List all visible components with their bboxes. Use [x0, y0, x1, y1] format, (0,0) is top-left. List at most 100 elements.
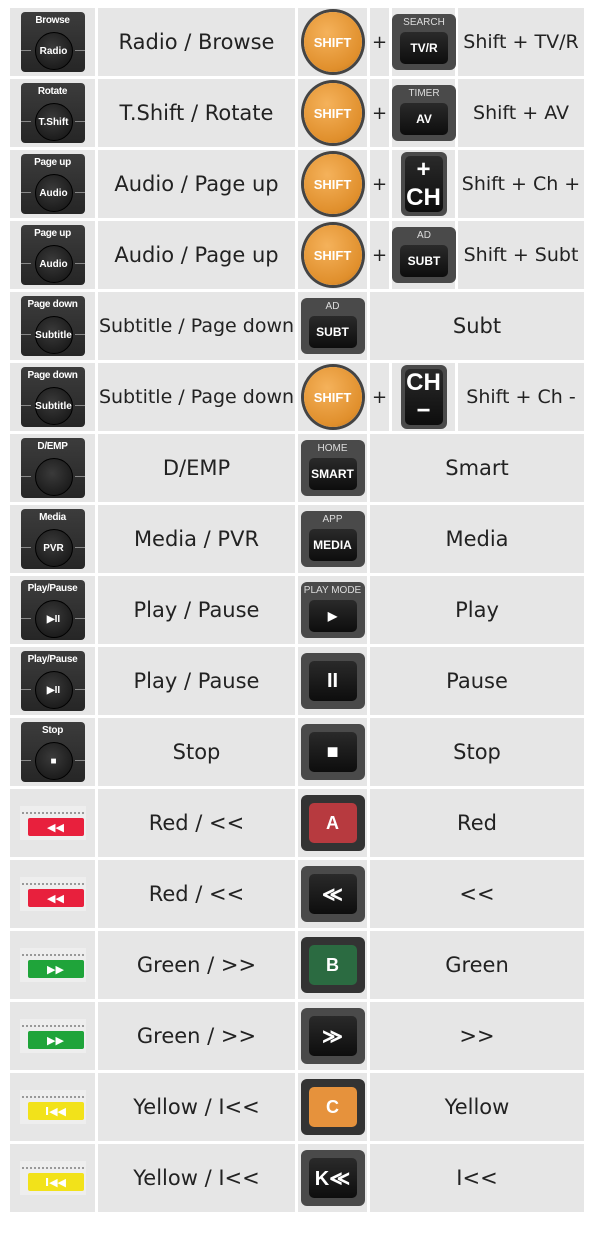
mapping-row: Page down Subtitle Subtitle / Page down SHI… — [7, 360, 587, 434]
old-remote-button-cell: Page up Audio — [7, 218, 98, 292]
shift-button-cell: SHIFT — [295, 147, 370, 221]
color-key-icon: ◀◀ — [19, 806, 86, 840]
old-remote-button-icon: Rotate T.Shift — [20, 83, 85, 143]
new-function-label: Shift + Ch + — [455, 147, 587, 221]
old-remote-button-cell: ◀◀ — [7, 857, 98, 931]
new-function-label: Shift + Subt — [455, 218, 587, 292]
old-function-label: Media / PVR — [95, 502, 298, 576]
old-button-top-label: Browse — [35, 15, 70, 26]
new-button-key: ▶ — [308, 600, 357, 632]
old-remote-button-icon: Play/Pause ▶II — [20, 651, 85, 711]
new-remote-button-icon: K≪ — [300, 1150, 365, 1206]
new-remote-button-icon: SEARCH TV/R — [392, 14, 456, 70]
old-button-top-label: Page up — [34, 157, 71, 168]
new-button-top-label: AD — [325, 301, 340, 312]
new-button-top-label: PLAY MODE — [303, 585, 362, 596]
new-function-label: Pause — [367, 644, 587, 718]
shift-button-icon: SHIFT — [303, 367, 362, 427]
old-button-label: T.Shift — [34, 103, 73, 141]
old-button-top-label: Play/Pause — [27, 583, 78, 594]
new-remote-button-icon: II — [300, 653, 365, 709]
old-remote-button-cell: Rotate T.Shift — [7, 76, 98, 150]
color-key-glyph: ◀◀ — [27, 818, 84, 836]
old-button-label: Subtitle — [34, 387, 73, 425]
new-button-key: CH − — [404, 369, 443, 425]
new-remote-button-icon: C — [300, 1079, 365, 1135]
old-button-top-label: D/EMP — [37, 441, 68, 452]
old-button-top-label: Page down — [27, 370, 78, 381]
new-button-key: ≫ — [308, 1016, 357, 1056]
new-remote-button-icon: ≫ — [300, 1008, 365, 1064]
shift-button-cell: SHIFT — [295, 360, 370, 434]
old-button-top-label: Stop — [41, 725, 64, 736]
new-remote-button-icon: HOME SMART — [300, 440, 365, 496]
shift-button-cell: SHIFT — [295, 5, 370, 79]
old-function-label: Play / Pause — [95, 644, 298, 718]
old-function-label: Red / << — [95, 786, 298, 860]
old-button-label: ■ — [34, 742, 73, 780]
new-remote-button-icon: APP MEDIA — [300, 511, 365, 567]
new-remote-button-icon: ≪ — [300, 866, 365, 922]
new-button-key: MEDIA — [308, 529, 357, 561]
old-remote-button-cell: Page down Subtitle — [7, 289, 98, 363]
new-remote-button-cell: PLAY MODE ▶ — [295, 573, 370, 647]
shift-button-icon: SHIFT — [303, 12, 362, 72]
old-function-label: Green / >> — [95, 999, 298, 1073]
old-remote-button-icon: Page up Audio — [20, 225, 85, 285]
old-button-label: Radio — [34, 32, 73, 70]
color-key-icon: ▶▶ — [19, 1019, 86, 1053]
remote-mapping-table: Browse Radio Radio / Browse SHIFT + SEARCH TV/… — [7, 5, 587, 1215]
mapping-row: I◀◀ Yellow / I<< C Yellow — [7, 1070, 587, 1144]
new-remote-button-cell: ≫ — [295, 999, 370, 1073]
old-function-label: T.Shift / Rotate — [95, 76, 298, 150]
old-remote-button-icon: D/EMP — [20, 438, 85, 498]
new-remote-button-icon: PLAY MODE ▶ — [300, 582, 365, 638]
new-remote-button-cell: K≪ — [295, 1141, 370, 1215]
new-button-top-label: TIMER — [408, 88, 440, 99]
new-remote-button-cell: HOME SMART — [295, 431, 370, 505]
mapping-row: Stop ■ Stop ■ Stop — [7, 715, 587, 789]
color-key-icon: ▶▶ — [19, 948, 86, 982]
new-remote-button-icon: AD SUBT — [300, 298, 365, 354]
old-remote-button-icon: Page down Subtitle — [20, 367, 85, 427]
new-button-key: SUBT — [400, 245, 448, 277]
mapping-row: I◀◀ Yellow / I<< K≪ I<< — [7, 1141, 587, 1215]
old-remote-button-cell: ▶▶ — [7, 999, 98, 1073]
old-remote-button-icon: Browse Radio — [20, 12, 85, 72]
old-button-top-label: Rotate — [37, 86, 68, 97]
new-remote-button-cell: CH − — [389, 360, 458, 434]
old-remote-button-icon: Page down Subtitle — [20, 296, 85, 356]
new-remote-button-cell: II — [295, 644, 370, 718]
new-remote-button-icon: TIMER AV — [392, 85, 456, 141]
new-remote-button-icon: B — [300, 937, 365, 993]
color-key-icon: I◀◀ — [19, 1161, 86, 1195]
old-function-label: Audio / Page up — [95, 147, 298, 221]
old-button-label — [34, 458, 73, 496]
old-remote-button-cell: I◀◀ — [7, 1141, 98, 1215]
mapping-row: Play/Pause ▶II Play / Pause PLAY MODE ▶ Play — [7, 573, 587, 647]
new-button-key: K≪ — [308, 1158, 357, 1198]
shift-button-icon: SHIFT — [303, 83, 362, 143]
plus-sign: + — [367, 147, 392, 221]
old-button-label: Audio — [34, 174, 73, 212]
new-remote-button-icon: A — [300, 795, 365, 851]
old-button-top-label: Page up — [34, 228, 71, 239]
old-remote-button-cell: I◀◀ — [7, 1070, 98, 1144]
old-remote-button-cell: Browse Radio — [7, 5, 98, 79]
old-remote-button-icon: Stop ■ — [20, 722, 85, 782]
shift-button-icon: SHIFT — [303, 154, 362, 214]
color-key-glyph: I◀◀ — [27, 1173, 84, 1191]
old-button-top-label: Page down — [27, 299, 78, 310]
mapping-row: Play/Pause ▶II Play / Pause II Pause — [7, 644, 587, 718]
old-button-label: Audio — [34, 245, 73, 283]
old-button-label: ▶II — [34, 671, 73, 709]
old-function-label: Audio / Page up — [95, 218, 298, 292]
old-remote-button-icon: Play/Pause ▶II — [20, 580, 85, 640]
mapping-row: Page down Subtitle Subtitle / Page down AD S… — [7, 289, 587, 363]
shift-button-cell: SHIFT — [295, 218, 370, 292]
new-remote-button-cell: A — [295, 786, 370, 860]
old-function-label: Yellow / I<< — [95, 1141, 298, 1215]
mapping-row: D/EMP D/EMP HOME SMART Smart — [7, 431, 587, 505]
old-function-label: Play / Pause — [95, 573, 298, 647]
color-key-icon: ◀◀ — [19, 877, 86, 911]
